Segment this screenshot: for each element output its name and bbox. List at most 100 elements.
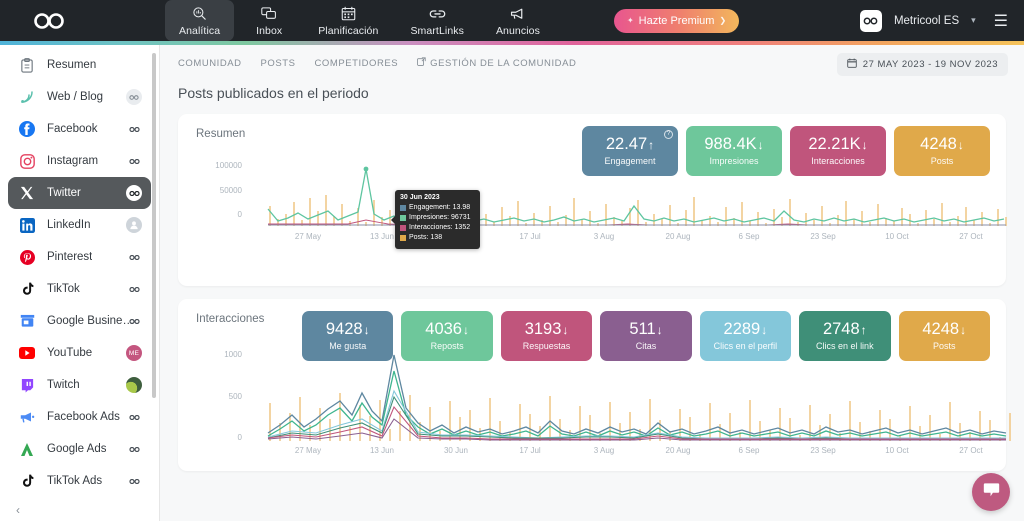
connection-badge bbox=[126, 313, 142, 329]
nav-analitica[interactable]: Analítica bbox=[165, 0, 235, 41]
sidebar-item-google-business[interactable]: Google Busines… bbox=[8, 305, 151, 337]
collapse-sidebar-button[interactable]: ‹ bbox=[16, 503, 20, 517]
megaphone-icon bbox=[509, 5, 526, 22]
tooltip-entry-engagement: Engagement: 13.98 bbox=[409, 204, 471, 211]
sidebar-item-instagram[interactable]: Instagram bbox=[8, 145, 151, 177]
sidebar-scrollbar[interactable] bbox=[152, 53, 156, 398]
analytics-icon bbox=[192, 5, 207, 22]
subnav-competidores[interactable]: COMPETIDORES bbox=[315, 58, 399, 69]
top-bar: Analítica Inbox Planificación SmartLinks… bbox=[0, 0, 1024, 41]
x-tick-label: 6 Sep bbox=[738, 232, 760, 241]
x-tick-label: 23 Sep bbox=[810, 232, 836, 241]
kpi-value: 988.4K bbox=[704, 135, 757, 154]
premium-label: Hazte Premium bbox=[638, 14, 715, 27]
subnav-posts[interactable]: POSTS bbox=[261, 58, 296, 69]
x-tick-label: 30 Jun bbox=[443, 446, 469, 455]
sidebar-item-label: Google Ads bbox=[47, 443, 107, 455]
sidebar-item-twitch[interactable]: Twitch bbox=[8, 369, 151, 401]
account-name[interactable]: Metricool ES bbox=[894, 15, 959, 27]
connection-badge bbox=[126, 377, 142, 393]
rss-icon bbox=[18, 88, 36, 106]
connection-badge bbox=[126, 249, 142, 265]
sidebar-item-web-blog[interactable]: Web / Blog bbox=[8, 81, 151, 113]
date-range-picker[interactable]: 27 MAY 2023 - 19 NOV 2023 bbox=[836, 53, 1008, 76]
x-tick-label: 20 Aug bbox=[665, 232, 691, 241]
interactions-chart-plot bbox=[267, 354, 1011, 441]
metricool-badge-icon bbox=[126, 473, 142, 489]
sidebar-item-twitter[interactable]: Twitter bbox=[8, 177, 151, 209]
x-tick-label: 10 Oct bbox=[885, 232, 909, 241]
sidebar-item-linkedin[interactable]: LinkedIn bbox=[8, 209, 151, 241]
metricool-logo[interactable] bbox=[30, 10, 70, 32]
clipboard-icon bbox=[18, 56, 36, 74]
interactions-card: Interacciones 9428 ↓ Me gusta 4036 ↓ Repos… bbox=[178, 299, 1011, 471]
hazte-premium-button[interactable]: ✦ Hazte Premium ❯ bbox=[613, 8, 740, 33]
calendar-icon bbox=[341, 5, 356, 22]
x-tick-label: 6 Sep bbox=[738, 446, 760, 455]
kpi-value: 9428 bbox=[325, 320, 363, 339]
x-tick-label: 27 May bbox=[294, 232, 322, 241]
nav-label: Inbox bbox=[256, 25, 283, 37]
x-tick-label: 23 Sep bbox=[810, 446, 836, 455]
connection-badge bbox=[126, 409, 142, 425]
x-tick-label: 27 Oct bbox=[959, 446, 983, 455]
person-avatar-icon bbox=[126, 217, 142, 233]
tooltip-entry-interacciones: Interacciones: 1352 bbox=[409, 224, 471, 232]
trend-arrow-icon: ↓ bbox=[462, 322, 469, 337]
x-tick-label: 13 Jun bbox=[369, 232, 395, 241]
tooltip-row: Interacciones: 1352 bbox=[400, 223, 475, 233]
metricool-badge-icon bbox=[126, 313, 142, 329]
trend-arrow-icon: ↓ bbox=[656, 322, 663, 337]
chat-bubble-icon bbox=[983, 482, 1000, 502]
sidebar-item-youtube[interactable]: YouTube ME bbox=[8, 337, 151, 369]
connection-badge bbox=[126, 281, 142, 297]
tooltip-entry-posts: Posts: 138 bbox=[409, 234, 443, 242]
sub-nav: COMUNIDAD POSTS COMPETIDORES GESTIÓN DE … bbox=[160, 45, 1024, 76]
sidebar-item-label: Pinterest bbox=[47, 251, 93, 263]
chevron-down-icon[interactable]: ▾ bbox=[971, 15, 976, 26]
sidebar-item-pinterest[interactable]: Pinterest bbox=[8, 241, 151, 273]
x-tick-label: 13 Jun bbox=[369, 446, 395, 455]
instagram-icon bbox=[18, 152, 36, 170]
summary-chart[interactable]: 0 50000 100000 30 Jun 2023 Engagement: 1… bbox=[196, 158, 1007, 276]
tooltip-caret bbox=[391, 216, 395, 224]
sidebar-item-label: TikTok Ads bbox=[47, 475, 103, 487]
sidebar-item-google-ads[interactable]: Google Ads bbox=[8, 433, 151, 465]
trend-arrow-icon: ↑ bbox=[648, 137, 655, 152]
subnav-label: GESTIÓN DE LA COMUNIDAD bbox=[430, 57, 577, 69]
tooltip-row: Posts: 138 bbox=[400, 233, 475, 243]
kpi-value: 2748 bbox=[822, 320, 860, 339]
metricool-badge-icon bbox=[126, 409, 142, 425]
sidebar-item-label: LinkedIn bbox=[47, 219, 91, 231]
main-content: COMUNIDAD POSTS COMPETIDORES GESTIÓN DE … bbox=[160, 45, 1024, 521]
sidebar-item-facebook[interactable]: Facebook bbox=[8, 113, 151, 145]
connection-badge bbox=[126, 217, 142, 233]
y-tick-label: 500 bbox=[228, 392, 242, 401]
sidebar-item-facebook-ads[interactable]: Facebook Ads bbox=[8, 401, 151, 433]
nav-anuncios[interactable]: Anuncios bbox=[482, 0, 554, 41]
connection-badge bbox=[126, 121, 142, 137]
hamburger-icon[interactable]: ☰ bbox=[994, 11, 1008, 31]
account-avatar[interactable] bbox=[859, 9, 882, 32]
kpi-value: 4036 bbox=[425, 320, 462, 339]
x-tick-label: 10 Oct bbox=[885, 446, 909, 455]
sidebar-item-resumen[interactable]: Resumen bbox=[8, 49, 151, 81]
nav-smartlinks[interactable]: SmartLinks bbox=[396, 0, 478, 41]
sidebar-item-tiktok-ads[interactable]: TikTok Ads bbox=[8, 465, 151, 497]
sidebar-item-tiktok[interactable]: TikTok bbox=[8, 273, 151, 305]
external-link-icon bbox=[417, 57, 426, 69]
trend-arrow-icon: ↓ bbox=[957, 137, 964, 152]
nav-label: Anuncios bbox=[495, 25, 540, 37]
chat-fab-button[interactable] bbox=[972, 473, 1010, 511]
x-tick-label: 20 Aug bbox=[665, 446, 691, 455]
subnav-gestion-comunidad[interactable]: GESTIÓN DE LA COMUNIDAD bbox=[417, 57, 576, 69]
y-tick-label: 0 bbox=[237, 210, 242, 219]
nav-planificacion[interactable]: Planificación bbox=[304, 0, 392, 41]
interactions-chart[interactable]: 0 500 1000 27 May 13 Jun 30 Jun 17 Jul 3… bbox=[196, 343, 1011, 461]
help-icon[interactable]: ? bbox=[664, 130, 673, 139]
subnav-comunidad[interactable]: COMUNIDAD bbox=[178, 58, 242, 69]
nav-inbox[interactable]: Inbox bbox=[238, 0, 300, 41]
legend-swatch bbox=[400, 225, 406, 232]
facebook-icon bbox=[18, 120, 36, 138]
sparkle-icon: ✦ bbox=[626, 16, 634, 25]
